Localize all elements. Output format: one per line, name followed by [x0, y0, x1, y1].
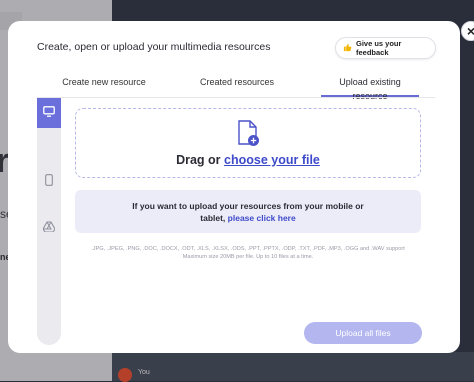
- upload-source-sidebar: [37, 98, 61, 345]
- upload-modal: Create, open or upload your multimedia r…: [8, 21, 474, 353]
- sidebar-item-computer[interactable]: [37, 98, 61, 128]
- phone-icon: [45, 173, 53, 191]
- sidebar-item-mobile[interactable]: [37, 170, 61, 194]
- mobile-upload-text: If you want to upload your resources fro…: [75, 200, 421, 224]
- mobile-upload-box: If you want to upload your resources fro…: [75, 190, 421, 233]
- dropzone-text: Drag or choose your file: [76, 153, 420, 167]
- mobile-text-prefix: tablet,: [200, 213, 228, 223]
- user-label: You: [138, 369, 150, 376]
- mobile-text-line1: If you want to upload your resources fro…: [132, 201, 364, 211]
- monitor-icon: [43, 104, 55, 122]
- tabs-divider: [37, 97, 435, 98]
- sidebar-item-drive[interactable]: [37, 216, 61, 240]
- upload-all-files-button[interactable]: Upload all files: [304, 322, 422, 344]
- formats-line: .JPG, .JPEG, .PNG, .DOC, .DOCX, .ODT, .X…: [91, 246, 405, 252]
- file-add-icon: [238, 120, 260, 148]
- background-footer: [112, 352, 474, 381]
- modal-title: Create, open or upload your multimedia r…: [37, 41, 271, 53]
- tab-create-new-resource[interactable]: Create new resource: [37, 75, 171, 97]
- supported-formats: .JPG, .JPEG, .PNG, .DOC, .DOCX, .ODT, .X…: [75, 245, 421, 261]
- mobile-upload-link[interactable]: please click here: [228, 213, 296, 223]
- feedback-button[interactable]: Give us your feedback: [335, 37, 436, 59]
- tab-label: Created resources: [199, 77, 275, 87]
- feedback-label: Give us your feedback: [356, 39, 402, 57]
- close-button[interactable]: ×: [461, 21, 474, 41]
- file-dropzone[interactable]: Drag or choose your file: [75, 108, 421, 178]
- close-icon: ×: [466, 23, 474, 39]
- drive-icon: [42, 219, 56, 237]
- tab-label: Create new resource: [62, 77, 146, 87]
- choose-file-link[interactable]: choose your file: [224, 153, 320, 167]
- avatar: [118, 368, 132, 382]
- size-limit-line: Maximum size 20MB per file. Up to 10 fil…: [182, 254, 314, 260]
- tab-bar: Create new resource Created resources Up…: [37, 75, 435, 101]
- thumbs-up-icon: [343, 43, 352, 54]
- tab-created-resources[interactable]: Created resources: [171, 75, 303, 97]
- dropzone-prefix: Drag or: [176, 153, 225, 167]
- tab-upload-existing-resource[interactable]: Upload existing resource: [321, 75, 419, 101]
